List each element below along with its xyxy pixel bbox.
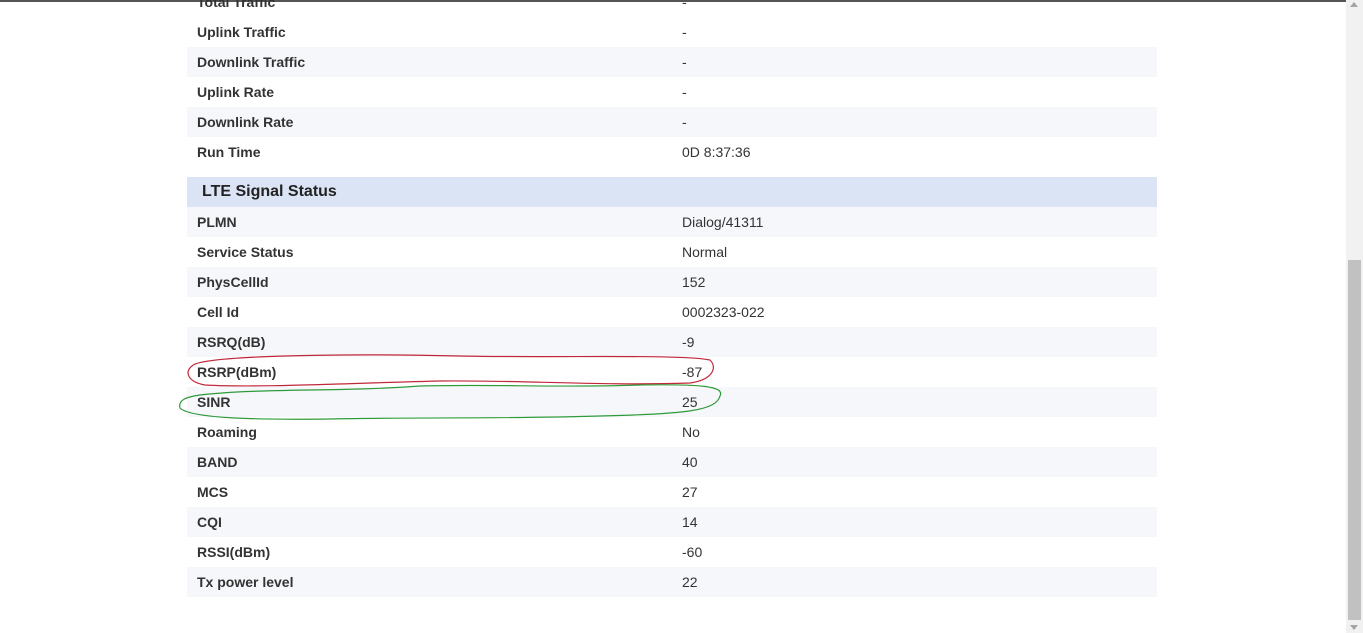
- table-row: RSRQ(dB) -9: [187, 327, 1157, 357]
- row-label: SINR: [197, 394, 231, 410]
- row-label: MCS: [197, 484, 229, 500]
- row-value: -9: [682, 334, 695, 350]
- scroll-down-arrow-icon[interactable]: [1350, 625, 1358, 630]
- row-label: Tx power level: [197, 574, 294, 590]
- table-row: RSRP(dBm) -87: [187, 357, 1157, 387]
- table-row: RSSI(dBm) -60: [187, 537, 1157, 567]
- table-row: Service Status Normal: [187, 237, 1157, 267]
- row-value: Normal: [682, 244, 728, 260]
- table-row: Tx power level 22: [187, 567, 1157, 597]
- row-label: CQI: [197, 514, 222, 530]
- row-value: 25: [682, 394, 698, 410]
- row-label: Downlink Traffic: [197, 54, 306, 70]
- row-label: Service Status: [197, 244, 294, 260]
- table-row: CQI 14: [187, 507, 1157, 537]
- table-row: PLMN Dialog/41311: [187, 207, 1157, 237]
- table-row: SINR 25: [187, 387, 1157, 417]
- table-row: Downlink Traffic -: [187, 47, 1157, 77]
- row-value: 22: [682, 574, 698, 590]
- row-value: -87: [682, 364, 703, 380]
- table-row: BAND 40: [187, 447, 1157, 477]
- row-label: PhysCellId: [197, 274, 269, 290]
- scroll-up-arrow-icon[interactable]: [1350, 2, 1358, 7]
- row-label: Total Traffic: [197, 0, 276, 10]
- row-value: -: [682, 24, 687, 40]
- row-value: -: [682, 0, 687, 10]
- row-label: Downlink Rate: [197, 114, 294, 130]
- table-row: Roaming No: [187, 417, 1157, 447]
- row-label: Uplink Traffic: [197, 24, 286, 40]
- row-value: 0D 8:37:36: [682, 144, 751, 160]
- row-label: RSRQ(dB): [197, 334, 266, 350]
- row-label: Uplink Rate: [197, 84, 275, 100]
- row-label: BAND: [197, 454, 238, 470]
- lte-signal-table: PLMN Dialog/41311 Service Status Normal …: [187, 207, 1157, 597]
- table-row: Total Traffic -: [187, 0, 1157, 17]
- row-value: Dialog/41311: [682, 214, 764, 230]
- row-value: 0002323-022: [682, 304, 765, 320]
- table-row: Run Time 0D 8:37:36: [187, 137, 1157, 167]
- table-row: Downlink Rate -: [187, 107, 1157, 137]
- row-label: Cell Id: [197, 304, 240, 320]
- section-title: LTE Signal Status: [202, 183, 337, 200]
- table-row: MCS 27: [187, 477, 1157, 507]
- vertical-scrollbar[interactable]: [1346, 0, 1363, 633]
- row-value: -60: [682, 544, 703, 560]
- row-label: Run Time: [197, 144, 261, 160]
- table-row: Cell Id 0002323-022: [187, 297, 1157, 327]
- lte-section-header: LTE Signal Status: [187, 177, 1157, 207]
- table-row: Uplink Rate -: [187, 77, 1157, 107]
- row-value: -: [682, 114, 687, 130]
- row-value: 27: [682, 484, 698, 500]
- row-value: 152: [682, 274, 706, 290]
- status-panel: Total Traffic - Uplink Traffic - Downlin…: [187, 0, 1157, 597]
- row-value: 14: [682, 514, 698, 530]
- row-value: 40: [682, 454, 698, 470]
- row-label: Roaming: [197, 424, 257, 440]
- scrollbar-thumb[interactable]: [1348, 260, 1361, 620]
- table-row: PhysCellId 152: [187, 267, 1157, 297]
- row-label: RSRP(dBm): [197, 364, 277, 380]
- table-row: Uplink Traffic -: [187, 17, 1157, 47]
- row-label: PLMN: [197, 214, 237, 230]
- row-value: -: [682, 54, 687, 70]
- traffic-table: Total Traffic - Uplink Traffic - Downlin…: [187, 0, 1157, 167]
- row-value: No: [682, 424, 700, 440]
- row-value: -: [682, 84, 687, 100]
- row-label: RSSI(dBm): [197, 544, 271, 560]
